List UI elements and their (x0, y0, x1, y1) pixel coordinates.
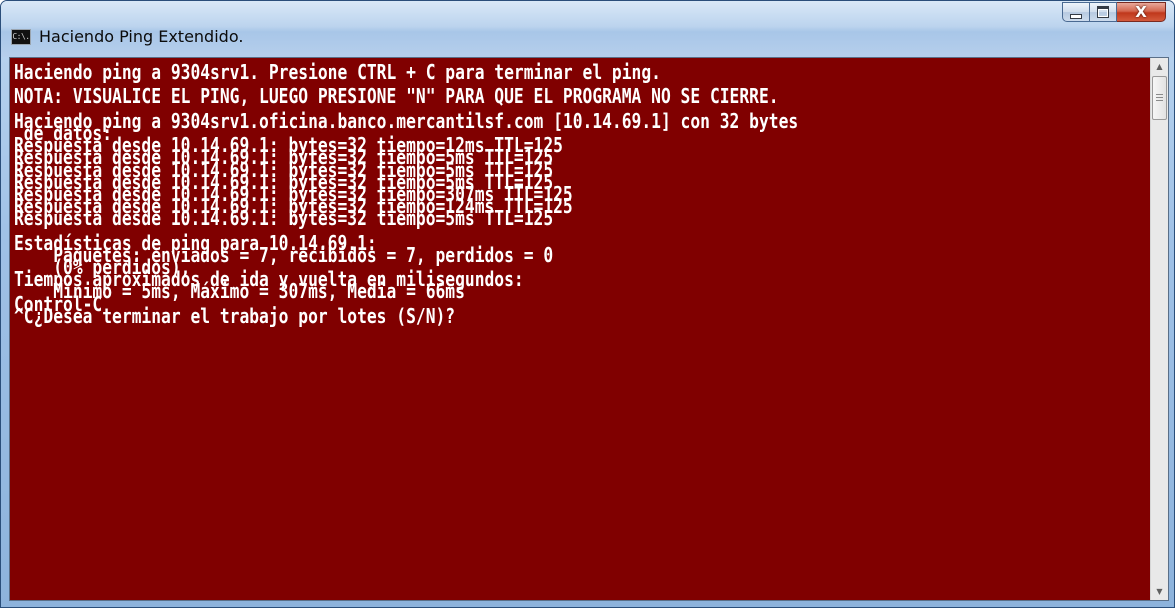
maximize-button[interactable] (1090, 2, 1117, 22)
vertical-scrollbar[interactable]: ▲ ▼ (1150, 58, 1168, 600)
window-controls: X (1062, 2, 1166, 22)
title-bar[interactable]: C:\. Haciendo Ping Extendido. X (1, 1, 1174, 57)
close-icon: X (1135, 3, 1147, 21)
close-button[interactable]: X (1117, 2, 1166, 22)
maximize-icon (1097, 6, 1109, 18)
scroll-down-arrow-icon[interactable]: ▼ (1151, 583, 1168, 600)
minimize-button[interactable] (1062, 2, 1090, 22)
thumb-grip-line (1156, 100, 1163, 101)
minimize-icon (1070, 13, 1082, 19)
console-window: C:\. Haciendo Ping Extendido. X Haciendo… (0, 0, 1175, 608)
scroll-up-arrow-icon[interactable]: ▲ (1151, 58, 1168, 75)
thumb-grip-line (1156, 97, 1163, 98)
window-title: Haciendo Ping Extendido. (39, 27, 244, 46)
console-client-area: Haciendo ping a 9304srv1. Presione CTRL … (9, 57, 1169, 601)
console-output[interactable]: Haciendo ping a 9304srv1. Presione CTRL … (10, 58, 1150, 600)
console-line: ^C¿Desea terminar el trabajo por lotes (… (14, 303, 456, 328)
scrollbar-thumb[interactable] (1152, 76, 1167, 120)
console-app-icon[interactable]: C:\. (11, 29, 31, 45)
thumb-grip-line (1156, 94, 1163, 95)
